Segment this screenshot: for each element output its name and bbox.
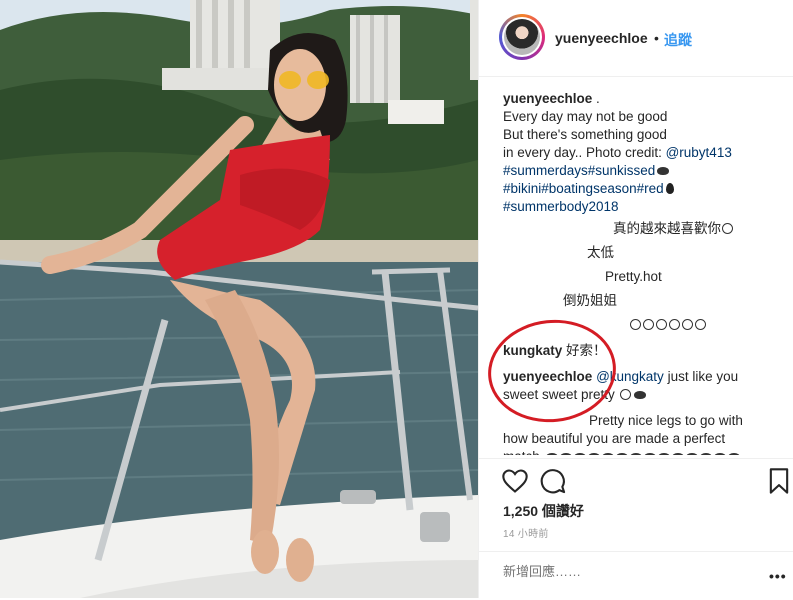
- comment-long: Pretty nice legs to go with: [503, 412, 783, 430]
- comment-text: 真的越來越喜歡你: [613, 221, 721, 236]
- lips-emoji-icon: [699, 453, 712, 455]
- hashtags-bikini[interactable]: #bikini#boatingseason#red: [503, 181, 664, 196]
- lips-emoji-icon: [633, 391, 646, 399]
- comment-long-line-2: how beautiful you are made a perfect: [503, 431, 726, 446]
- caption-username[interactable]: yuenyeechloe: [503, 91, 592, 106]
- hashtags-line-3: #summerbody2018: [503, 198, 783, 216]
- caption-line-3: in every day.. Photo credit: @rubyt413: [503, 144, 783, 162]
- hashtag-summerbody[interactable]: #summerbody2018: [503, 199, 619, 214]
- avatar-image: [504, 19, 540, 55]
- comment-item: 倒奶姐姐: [563, 293, 617, 308]
- avatar[interactable]: [499, 14, 545, 60]
- lips-emoji-icon: [573, 453, 586, 455]
- comments-list[interactable]: yuenyeechloe . Every day may not be good…: [503, 90, 783, 455]
- post-header: yuenyeechloe • 追蹤: [479, 0, 793, 77]
- comment-reply: yuenyeechloe @kungkaty just like you: [503, 368, 783, 386]
- comment-username[interactable]: yuenyeechloe: [503, 369, 592, 384]
- caption-line-2: But there's something good: [503, 127, 667, 142]
- comment-username[interactable]: kungkaty: [503, 343, 562, 358]
- astonished-emoji-icon: [643, 319, 654, 330]
- avatar-frame: [502, 17, 542, 57]
- hashtags-line-1: #summerdays#sunkissed: [503, 162, 783, 180]
- lips-emoji-icon: [601, 453, 614, 455]
- lips-emoji-icon: [727, 453, 740, 455]
- lips-emoji-icon: [657, 167, 670, 175]
- header-separator: •: [654, 30, 659, 46]
- comment-icon[interactable]: [539, 467, 567, 495]
- caption-text-start: .: [592, 91, 600, 106]
- comment-item: Pretty.hot: [605, 269, 662, 284]
- astonished-emoji-icon: [669, 319, 680, 330]
- drop-emoji-icon: [665, 183, 674, 194]
- caption-line-3-text: in every day.. Photo credit:: [503, 145, 666, 160]
- post-actions: 1,250 個讚好 14 小時前 •••: [479, 458, 793, 599]
- lips-emoji-icon: [629, 453, 642, 455]
- comment-emoji-row: [629, 316, 783, 334]
- likes-count[interactable]: 1,250 個讚好: [503, 501, 584, 521]
- lips-emoji-icon: [643, 453, 656, 455]
- astonished-emoji-icon: [630, 319, 641, 330]
- astonished-emoji-icon: [656, 319, 667, 330]
- add-comment-input[interactable]: [503, 564, 743, 579]
- lips-emoji-icon: [713, 453, 726, 455]
- follow-button[interactable]: 追蹤: [664, 30, 692, 50]
- hashtags-summer[interactable]: #summerdays#sunkissed: [503, 163, 655, 178]
- comment-long-line-3: match: [503, 448, 783, 455]
- comment-text: match: [503, 449, 544, 455]
- comment-kungkaty: kungkaty 好索！: [503, 342, 783, 360]
- reply-mention[interactable]: @kungkaty: [596, 369, 664, 384]
- lips-emoji-icon: [685, 453, 698, 455]
- lips-emoji-icon: [545, 453, 558, 455]
- reply-text-1: just like you: [663, 369, 739, 384]
- reply-text-2: sweet sweet pretty: [503, 387, 619, 402]
- comment-item: 太低: [587, 245, 614, 260]
- lips-emoji-icon: [615, 453, 628, 455]
- hashtags-line-2: #bikini#boatingseason#red: [503, 180, 783, 198]
- header-username[interactable]: yuenyeechloe: [555, 30, 648, 46]
- post-side-panel: yuenyeechloe • 追蹤 yuenyeechloe . Every d…: [478, 0, 793, 598]
- heart-icon[interactable]: [501, 467, 529, 495]
- caption-first-line: yuenyeechloe .: [503, 90, 783, 108]
- post-photo[interactable]: [0, 0, 478, 598]
- caption-line-1: Every day may not be good: [503, 109, 668, 124]
- astonished-emoji-icon: [695, 319, 706, 330]
- more-options-icon[interactable]: •••: [769, 568, 787, 584]
- astonished-emoji-icon: [722, 223, 733, 234]
- comment-item: 真的越來越喜歡你: [613, 220, 783, 238]
- astonished-emoji-icon: [619, 389, 631, 400]
- lips-emoji-icon: [559, 453, 572, 455]
- lips-emoji-icon: [671, 453, 684, 455]
- comment-text: Pretty nice legs to go with: [589, 413, 743, 428]
- astonished-emoji-icon: [682, 319, 693, 330]
- add-comment-bar: •••: [479, 551, 793, 600]
- lips-emoji-icon: [657, 453, 670, 455]
- comment-reply-line-2: sweet sweet pretty: [503, 386, 783, 404]
- post-timestamp[interactable]: 14 小時前: [503, 525, 549, 540]
- lips-emoji-icon: [587, 453, 600, 455]
- bookmark-icon[interactable]: [765, 467, 793, 495]
- photo-illustration: [0, 0, 478, 598]
- photo-credit-mention[interactable]: @rubyt413: [666, 145, 732, 160]
- comment-text: 好索！: [562, 343, 607, 358]
